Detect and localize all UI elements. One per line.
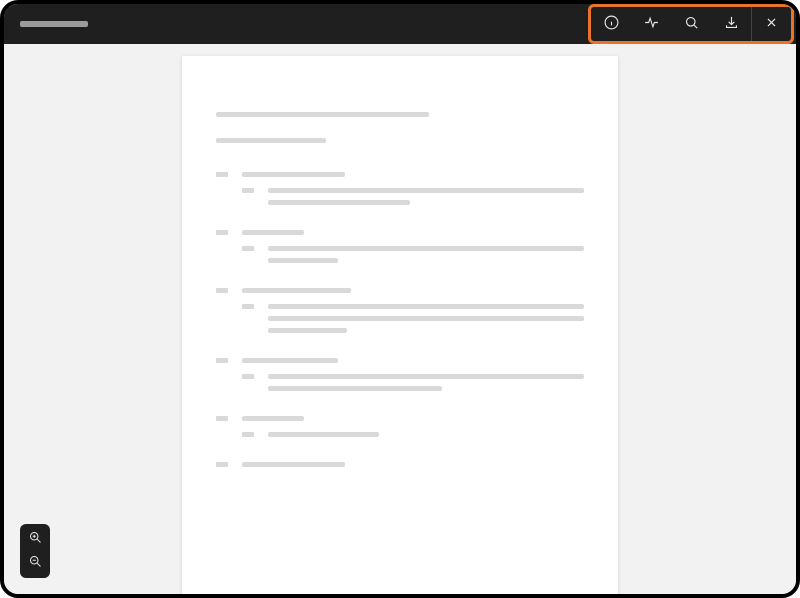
search-icon — [683, 14, 700, 35]
section-row — [216, 358, 584, 370]
body-line — [268, 386, 442, 391]
zoom-in-icon — [28, 530, 43, 549]
close-icon — [763, 14, 780, 35]
body-line — [268, 316, 584, 321]
toolbar-highlight — [588, 4, 794, 44]
subsection-number — [242, 188, 254, 193]
section-number — [216, 416, 228, 421]
document-page — [182, 56, 618, 594]
body-line — [268, 432, 379, 437]
document-title — [20, 21, 88, 27]
download-icon — [723, 14, 740, 35]
zoom-out-button[interactable] — [22, 552, 48, 574]
body-line — [268, 304, 584, 309]
top-bar — [4, 4, 796, 44]
body-line — [268, 200, 410, 205]
section-row — [216, 230, 584, 242]
section-title — [242, 462, 345, 467]
section-title — [242, 288, 351, 293]
subsection-number — [242, 304, 254, 309]
zoom-in-button[interactable] — [22, 528, 48, 550]
body-line — [268, 328, 347, 333]
subsection-number — [242, 374, 254, 379]
body-line — [268, 374, 584, 379]
section-title — [242, 230, 304, 235]
section-number — [216, 462, 228, 467]
info-icon — [603, 14, 620, 35]
body-line — [268, 188, 584, 193]
subsection-row — [242, 246, 584, 270]
activity-button[interactable] — [631, 7, 671, 41]
section-title — [242, 358, 338, 363]
heading-line — [216, 112, 429, 117]
section-number — [216, 172, 228, 177]
download-button[interactable] — [711, 7, 751, 41]
zoom-controls — [20, 524, 50, 578]
body-line — [268, 246, 584, 251]
section-title — [242, 172, 345, 177]
info-button[interactable] — [591, 7, 631, 41]
subsection-number — [242, 246, 254, 251]
search-button[interactable] — [671, 7, 711, 41]
section-row — [216, 462, 584, 474]
section-title — [242, 416, 304, 421]
subsection-row — [242, 304, 584, 340]
viewer-window — [0, 0, 800, 598]
section-number — [216, 358, 228, 363]
zoom-out-icon — [28, 554, 43, 573]
section-row — [216, 288, 584, 300]
document-viewport[interactable] — [4, 44, 796, 594]
subsection-row — [242, 188, 584, 212]
section-row — [216, 416, 584, 428]
section-number — [216, 288, 228, 293]
body-line — [268, 258, 338, 263]
section-number — [216, 230, 228, 235]
activity-icon — [643, 14, 660, 35]
close-button[interactable] — [751, 7, 791, 41]
subsection-number — [242, 432, 254, 437]
section-row — [216, 172, 584, 184]
subsection-row — [242, 374, 584, 398]
subheading-line — [216, 138, 326, 143]
subsection-row — [242, 432, 584, 444]
